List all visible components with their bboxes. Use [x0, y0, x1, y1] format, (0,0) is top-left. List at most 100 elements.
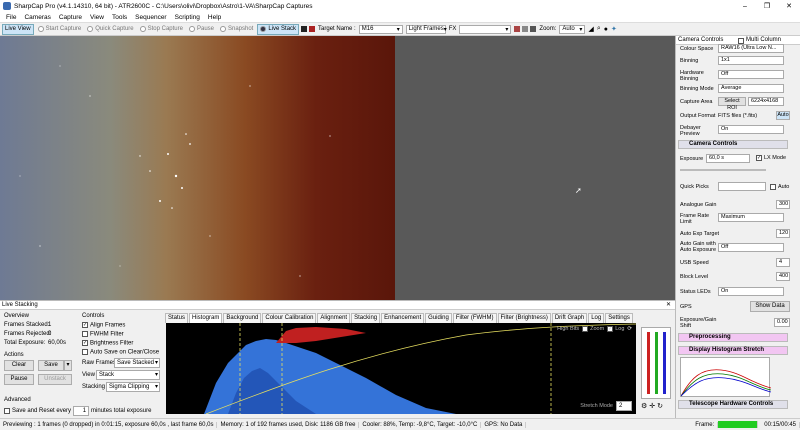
debayer-select[interactable]: On	[718, 125, 784, 134]
crosshair-icon[interactable]: ✛	[649, 402, 655, 410]
raw-frames-select[interactable]: Save Stacked ▾	[114, 358, 160, 368]
clear-button[interactable]: Clear	[4, 360, 34, 371]
log-checkbox[interactable]: ✓	[607, 326, 614, 332]
tab-histogram[interactable]: Histogram	[189, 313, 223, 323]
tab-settings[interactable]: Settings	[605, 313, 633, 323]
minimize-icon[interactable]: –	[734, 3, 756, 10]
red-slider[interactable]	[647, 332, 650, 394]
fwhm-filter-checkbox[interactable]	[82, 331, 88, 337]
exposure-slider[interactable]	[680, 169, 766, 171]
camera-controls-section[interactable]: Camera Controls	[678, 140, 788, 149]
green-slider[interactable]	[655, 332, 658, 394]
tab-stacking[interactable]: Stacking	[351, 313, 381, 323]
camera-image[interactable]	[0, 36, 395, 300]
panel-close-icon[interactable]: ✕	[666, 301, 671, 310]
close-icon[interactable]: ✕	[778, 2, 800, 10]
preprocessing-section[interactable]: Preprocessing	[678, 333, 788, 342]
magnifier-icon[interactable]: ⌕	[597, 25, 601, 33]
auto-exp-input[interactable]: 120	[776, 229, 790, 238]
tab-colour-calibration[interactable]: Colour Calibration	[262, 313, 317, 323]
status-leds-select[interactable]: On	[718, 287, 784, 296]
auto-exposure-checkbox[interactable]	[770, 184, 776, 190]
tab-filter-brightness[interactable]: Filter (Brightness)	[497, 313, 551, 323]
usb-speed-input[interactable]: 4	[776, 258, 790, 267]
blue-slider[interactable]	[663, 332, 666, 394]
quick-capture-button[interactable]: Quick Capture	[85, 24, 135, 35]
telescope-hardware-section[interactable]: Telescope Hardware Controls	[678, 400, 788, 409]
pause-button[interactable]: Pause	[187, 24, 216, 35]
menu-cameras[interactable]: Cameras	[20, 14, 54, 21]
stretch-mode-select[interactable]: 2	[616, 401, 632, 411]
refresh-icon[interactable]: ↻	[657, 402, 663, 410]
frame-rate-select[interactable]: Maximum	[718, 213, 784, 222]
tab-drift-graph[interactable]: Drift Graph	[551, 313, 588, 323]
save-button[interactable]: Save	[38, 360, 64, 371]
brightness-filter-checkbox[interactable]: ✓	[82, 340, 88, 346]
fx-select[interactable]: ▾	[459, 24, 512, 34]
reticle-icon[interactable]	[514, 26, 521, 32]
menu-help[interactable]: Help	[204, 14, 225, 21]
save-dropdown-icon[interactable]: ▾	[64, 360, 72, 371]
tab-status[interactable]: Status	[165, 313, 189, 323]
tab-background[interactable]: Background	[223, 313, 262, 323]
pause-stack-button[interactable]: Pause	[4, 374, 34, 385]
display-stretch-chart[interactable]	[680, 357, 772, 397]
menu-sequencer[interactable]: Sequencer	[131, 14, 170, 21]
menu-file[interactable]: File	[2, 14, 20, 21]
exposure-input[interactable]: 60,0 s	[706, 154, 750, 163]
menu-scripting[interactable]: Scripting	[171, 14, 204, 21]
tab-alignment[interactable]: Alignment	[317, 313, 351, 323]
save-reset-input[interactable]: 1	[73, 406, 90, 416]
capture-area-select[interactable]: 6224x4168	[748, 97, 784, 106]
live-stack-button[interactable]: Live Stack	[257, 23, 300, 35]
exp-gain-shift-input[interactable]: 0.00	[774, 318, 790, 327]
analogue-gain-input[interactable]: 300	[776, 200, 790, 209]
wand-icon[interactable]: ✦	[611, 25, 617, 33]
hw-binning-select[interactable]: Off	[718, 70, 784, 79]
rgb-sliders[interactable]	[641, 327, 671, 399]
multi-column-checkbox[interactable]	[738, 37, 744, 44]
align-frames-checkbox[interactable]: ✓	[82, 322, 88, 328]
frame-type-select[interactable]: Light Frames ▾	[405, 24, 447, 34]
binning-select[interactable]: 1x1	[718, 56, 784, 65]
zoom-select[interactable]: Auto ▾	[559, 24, 586, 34]
view-select[interactable]: Stack ▾	[96, 370, 160, 380]
menu-tools[interactable]: Tools	[108, 14, 131, 21]
save-reset-checkbox[interactable]	[4, 408, 10, 414]
stop-capture-button[interactable]: Stop Capture	[138, 24, 185, 35]
select-roi-button[interactable]: Select ROI	[718, 97, 746, 111]
target-name-input[interactable]: M16 ▾	[358, 24, 403, 34]
overlay-icon[interactable]	[530, 26, 537, 32]
graph-icon[interactable]: ◢	[588, 25, 593, 33]
reset-icon[interactable]: ⟳	[627, 326, 632, 332]
tab-enhancement[interactable]: Enhancement	[381, 313, 425, 323]
block-level-input[interactable]: 400	[776, 272, 790, 281]
start-capture-button[interactable]: Start Capture	[36, 24, 84, 35]
lx-mode-checkbox[interactable]: ✓	[756, 155, 762, 161]
tab-filter-fwhm[interactable]: Filter (FWHM)	[452, 313, 497, 323]
binning-mode-select[interactable]: Average	[718, 84, 784, 93]
grid-icon[interactable]	[522, 26, 529, 32]
live-view-button[interactable]: Live View	[2, 23, 34, 35]
quick-picks-select[interactable]	[718, 182, 766, 191]
menu-capture[interactable]: Capture	[55, 14, 86, 21]
colour-space-select[interactable]: RAW16 (Ultra Low N...	[718, 44, 784, 53]
maximize-icon[interactable]: ❐	[756, 2, 778, 10]
unstack-button[interactable]: Unstack	[38, 374, 72, 385]
auto-gain-select[interactable]: Off	[718, 243, 784, 252]
histogram-chart[interactable]: High Bits Zoom ✓ Log ⟳ Stretch Mode 2	[166, 323, 637, 415]
tab-guiding[interactable]: Guiding	[425, 313, 452, 323]
record-dot-icon[interactable]: ●	[604, 26, 608, 33]
zoom-checkbox[interactable]	[582, 326, 589, 332]
stacking-select[interactable]: Sigma Clipping ▾	[106, 382, 160, 392]
display-histogram-section[interactable]: Display Histogram Stretch	[678, 346, 788, 355]
record-icon[interactable]	[309, 26, 316, 32]
tab-log[interactable]: Log	[588, 313, 605, 323]
menu-view[interactable]: View	[86, 14, 108, 21]
snapshot-button[interactable]: Snapshot	[218, 24, 255, 35]
auto-format-button[interactable]: Auto	[776, 111, 790, 120]
auto-save-checkbox[interactable]	[82, 349, 88, 355]
show-data-button[interactable]: Show Data	[750, 301, 790, 312]
color-swatch-icon[interactable]	[301, 26, 308, 32]
gear-icon[interactable]: ⚙	[641, 402, 647, 410]
